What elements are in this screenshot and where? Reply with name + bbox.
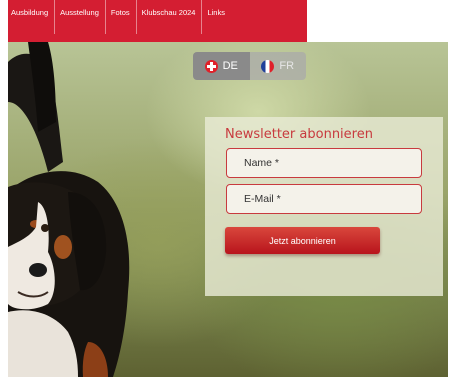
nav-item-ausstellung[interactable]: Ausstellung <box>54 0 105 42</box>
language-fr-button[interactable]: FR <box>249 52 306 80</box>
main-navigation: Ausbildung Ausstellung Fotos Klubschau 2… <box>8 0 307 42</box>
language-switcher: DE FR <box>193 52 306 80</box>
language-fr-label: FR <box>279 60 295 72</box>
nav-item-links[interactable]: Links <box>201 0 231 42</box>
nav-item-klubschau-2024[interactable]: Klubschau 2024 <box>135 0 202 42</box>
french-flag-icon <box>261 59 275 73</box>
newsletter-panel: Newsletter abonnieren Jetzt abonnieren <box>205 117 443 296</box>
language-de-label: DE <box>222 60 238 72</box>
language-de-button[interactable]: DE <box>193 52 250 80</box>
bernese-dog-photo <box>8 42 130 377</box>
nav-item-fotos[interactable]: Fotos <box>104 0 136 42</box>
newsletter-title: Newsletter abonnieren <box>225 127 373 142</box>
name-input[interactable] <box>226 148 422 178</box>
email-input[interactable] <box>226 184 422 214</box>
nav-item-ausbildung[interactable]: Ausbildung <box>8 0 54 42</box>
subscribe-button[interactable]: Jetzt abonnieren <box>225 227 380 254</box>
swiss-flag-icon <box>204 59 218 73</box>
